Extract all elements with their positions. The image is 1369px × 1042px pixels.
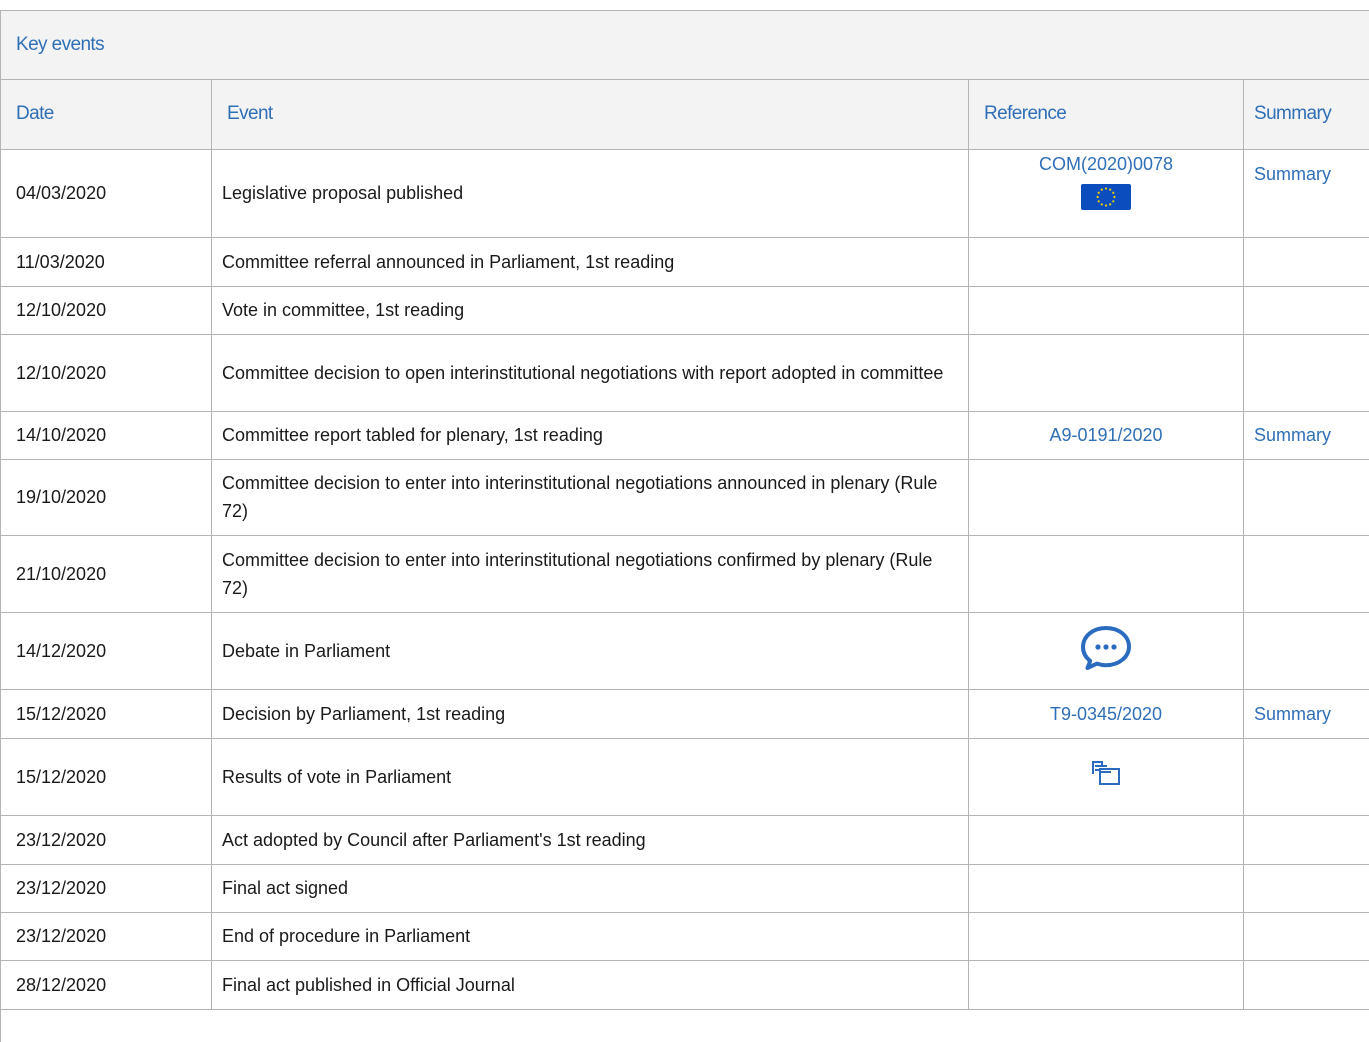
table-row: 15/12/2020 Decision by Parliament, 1st r… [0,688,1369,739]
event-cell: Vote in committee, 1st reading [211,285,969,335]
reference-cell [968,534,1244,613]
event-cell: Committee report tabled for plenary, 1st… [211,410,969,460]
summary-cell [1243,737,1369,816]
table-row: 19/10/2020 Committee decision to enter i… [0,458,1369,536]
reference-link[interactable]: COM(2020)0078 [1039,150,1173,178]
date-cell: 12/10/2020 [0,333,212,412]
date-cell: 21/10/2020 [0,534,212,613]
table-row: 14/10/2020 Committee report tabled for p… [0,410,1369,460]
reference-cell: COM(2020)0078 [968,148,1244,238]
date-cell: 15/12/2020 [0,688,212,739]
reference-cell [968,285,1244,335]
reference-cell [968,814,1244,865]
reference-cell: A9-0191/2020 [968,410,1244,460]
column-header-event[interactable]: Event [211,80,969,150]
summary-cell [1243,458,1369,536]
summary-cell [1243,911,1369,961]
summary-cell: Summary [1243,148,1369,238]
summary-link[interactable]: Summary [1254,704,1331,724]
column-header-summary[interactable]: Summary [1243,80,1369,150]
date-cell: 04/03/2020 [0,148,212,238]
table-row: 11/03/2020 Committee referral announced … [0,236,1369,287]
panel-title[interactable]: Key events [16,34,105,56]
reference-cell [968,333,1244,412]
table-row: 15/12/2020 Results of vote in Parliament [0,737,1369,816]
event-cell: Committee decision to enter into interin… [211,458,969,536]
event-cell: Legislative proposal published [211,148,969,238]
event-cell: Final act signed [211,863,969,913]
table-row: 04/03/2020 Legislative proposal publishe… [0,148,1369,238]
table-row: 23/12/2020 Act adopted by Council after … [0,814,1369,865]
debate-speech-bubble-icon[interactable] [1079,624,1133,670]
column-header-date[interactable]: Date [0,80,212,150]
summary-link[interactable]: Summary [1254,164,1331,184]
event-cell: Debate in Parliament [211,611,969,690]
key-events-table: Date Event Reference Summary 04/03/2020 … [0,80,1369,1010]
event-cell: Final act published in Official Journal [211,959,969,1010]
reference-cell [968,911,1244,961]
summary-cell: Summary [1243,688,1369,739]
table-row: 23/12/2020 Final act signed [0,863,1369,913]
summary-cell [1243,611,1369,690]
summary-cell [1243,333,1369,412]
table-row: 21/10/2020 Committee decision to enter i… [0,534,1369,613]
summary-cell [1243,236,1369,287]
reference-link[interactable]: A9-0191/2020 [1049,425,1162,445]
reference-cell [968,236,1244,287]
event-cell: Committee referral announced in Parliame… [211,236,969,287]
table-row: 23/12/2020 End of procedure in Parliamen… [0,911,1369,961]
event-cell: Committee decision to enter into interin… [211,534,969,613]
event-cell: Decision by Parliament, 1st reading [211,688,969,739]
reference-cell [968,737,1244,816]
reference-cell: T9-0345/2020 [968,688,1244,739]
summary-cell [1243,814,1369,865]
date-cell: 11/03/2020 [0,236,212,287]
summary-cell [1243,863,1369,913]
table-row: 12/10/2020 Committee decision to open in… [0,333,1369,412]
date-cell: 12/10/2020 [0,285,212,335]
summary-cell [1243,959,1369,1010]
reference-cell [968,611,1244,690]
date-cell: 23/12/2020 [0,814,212,865]
eu-flag-icon[interactable] [1081,183,1131,210]
column-header-reference[interactable]: Reference [968,80,1244,150]
summary-cell [1243,285,1369,335]
reference-cell [968,458,1244,536]
event-cell: Act adopted by Council after Parliament'… [211,814,969,865]
date-cell: 23/12/2020 [0,911,212,961]
reference-cell [968,863,1244,913]
summary-link[interactable]: Summary [1254,425,1331,445]
date-cell: 14/12/2020 [0,611,212,690]
date-cell: 23/12/2020 [0,863,212,913]
table-row: 28/12/2020 Final act published in Offici… [0,959,1369,1010]
summary-cell [1243,534,1369,613]
table-header-row: Date Event Reference Summary [0,80,1369,150]
date-cell: 14/10/2020 [0,410,212,460]
reference-link[interactable]: T9-0345/2020 [1050,704,1162,724]
date-cell: 19/10/2020 [0,458,212,536]
table-row: 12/10/2020 Vote in committee, 1st readin… [0,285,1369,335]
table-row: 14/12/2020 Debate in Parliament [0,611,1369,690]
key-events-panel: Key events Date Event Reference Summary … [0,10,1369,1042]
summary-cell: Summary [1243,410,1369,460]
reference-cell [968,959,1244,1010]
date-cell: 28/12/2020 [0,959,212,1010]
event-cell: End of procedure in Parliament [211,911,969,961]
event-cell: Results of vote in Parliament [211,737,969,816]
vote-results-icon[interactable] [1089,758,1123,788]
date-cell: 15/12/2020 [0,737,212,816]
event-cell: Committee decision to open interinstitut… [211,333,969,412]
panel-header: Key events [1,11,1369,80]
